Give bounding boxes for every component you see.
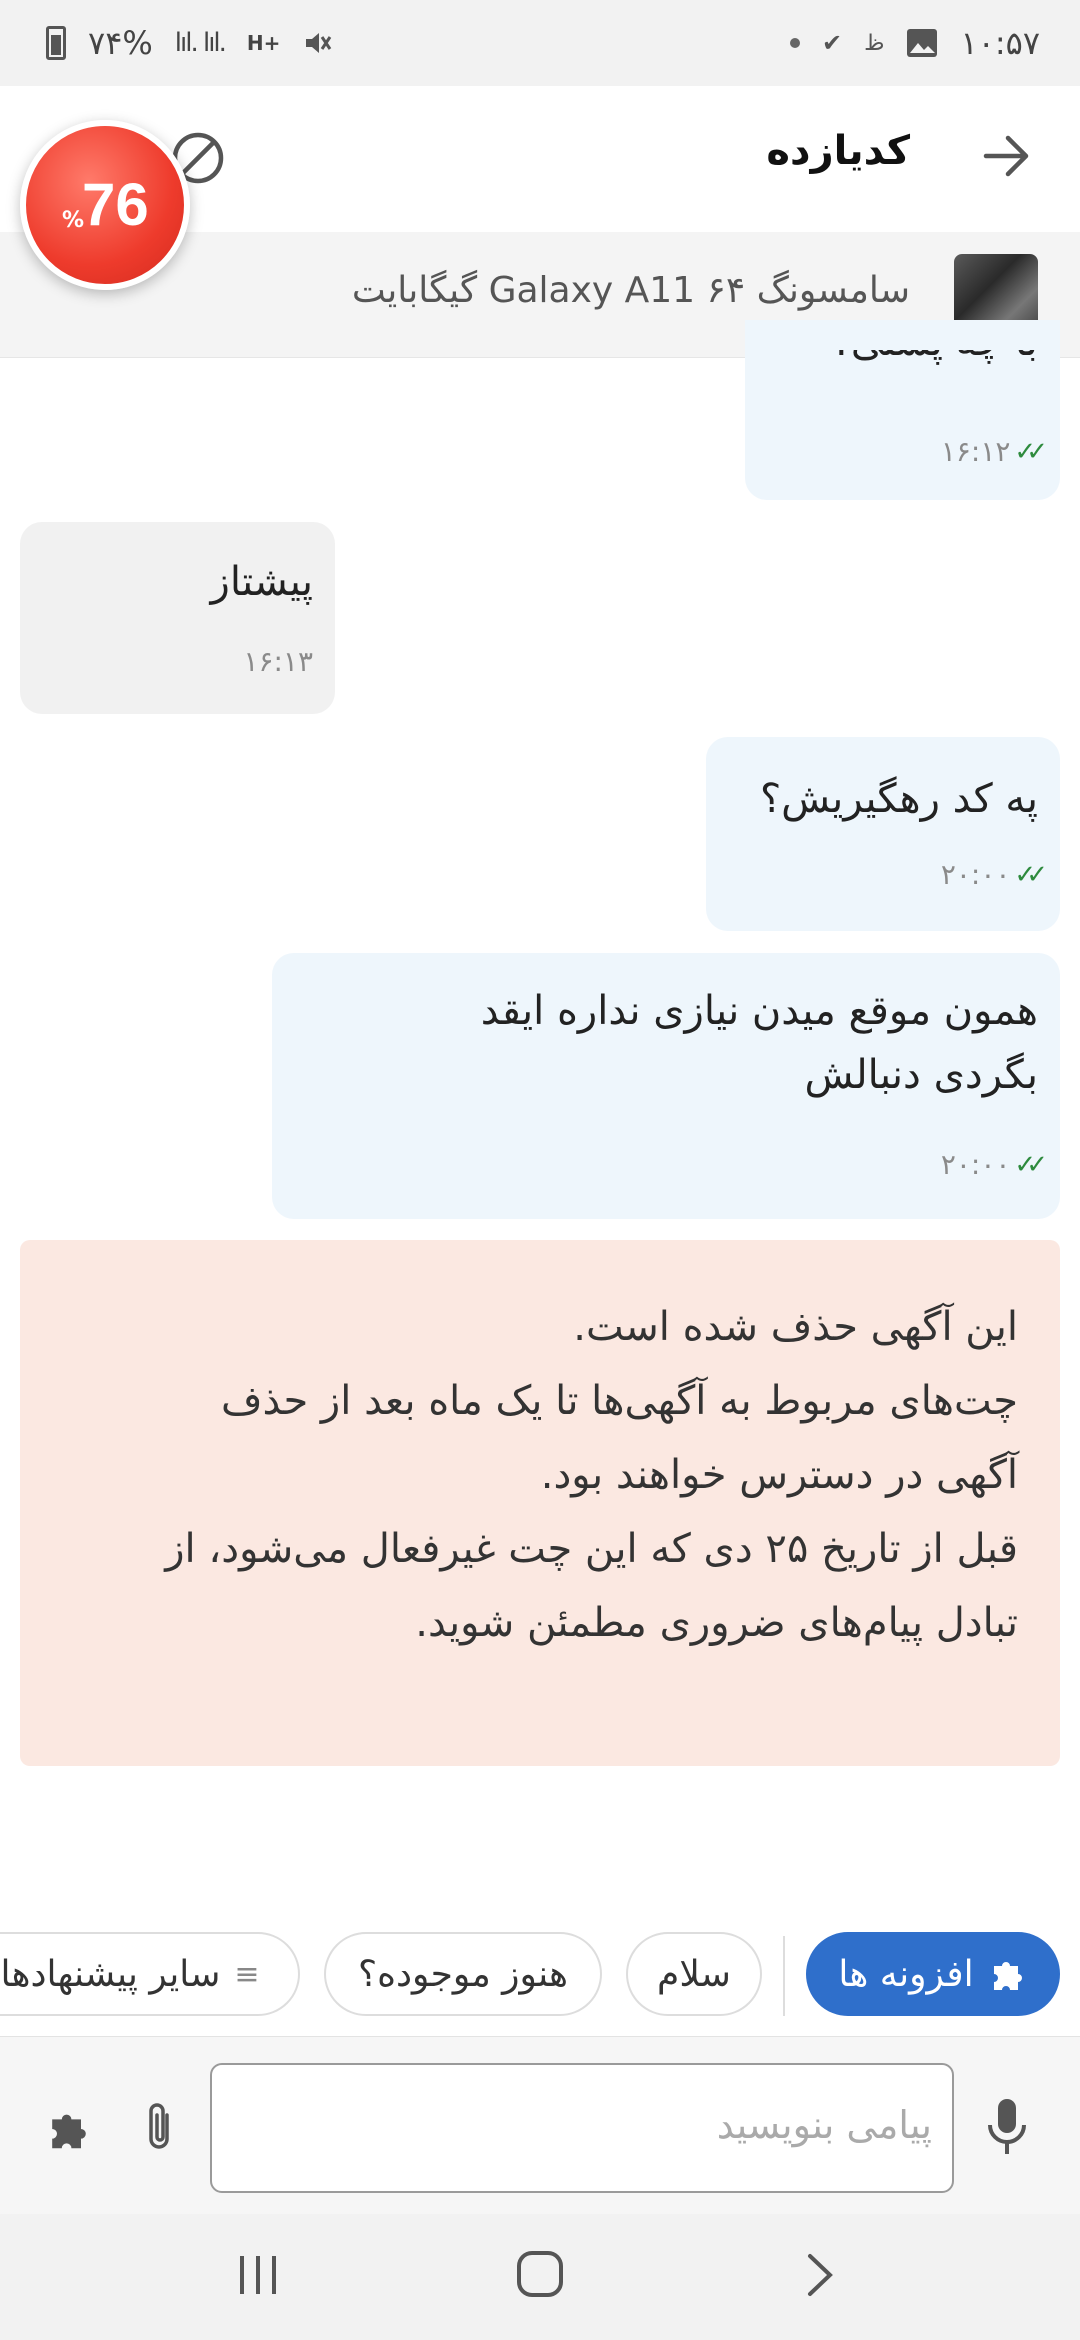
chip-label: افزونه ها — [838, 1953, 974, 1995]
chip-label: سایر پیشنهادها — [0, 1953, 221, 1995]
message-bubble-outgoing[interactable]: همون موقع میدن نیازی نداره ایقد بگردی دن… — [272, 953, 1060, 1219]
message-bubble-outgoing[interactable]: با چه پستی؟ ۱۶:۱۲ ✓✓ — [745, 320, 1060, 500]
notification-dot-icon — [790, 38, 800, 48]
status-left: ۷۴% lıl. lıl. H+ — [46, 24, 332, 62]
quick-reply-chips: افزونه ها سلام هنوز موجوده؟ ≡ سایر پیشنه… — [0, 1932, 1080, 2018]
notice-line: این آگهی حذف شده است. — [573, 1304, 1018, 1350]
chip-label: هنوز موجوده؟ — [358, 1953, 569, 1995]
message-meta: ۲۰:۰۰ ✓✓ — [940, 853, 1048, 898]
mute-icon — [306, 33, 332, 53]
read-check-icon: ✓✓ — [1014, 859, 1047, 890]
ad-deleted-notice: این آگهی حذف شده است. چت‌های مربوط به آگ… — [20, 1240, 1060, 1766]
message-text: با چه پستی؟ — [829, 319, 1038, 365]
battery-level: ۷۴% — [88, 24, 153, 62]
page-title: کدیازده — [766, 128, 910, 174]
message-input[interactable]: پیامی بنویسید — [210, 2063, 954, 2193]
message-time: ۲۰:۰۰ — [940, 1148, 1011, 1181]
message-input-bar: پیامی بنویسید — [0, 2036, 1080, 2214]
notice-line: آگهی در دسترس خواهند بود. — [540, 1452, 1018, 1498]
product-name: سامسونگ Galaxy A11 ۶۴ گیگابایت — [351, 270, 910, 311]
message-line: بگردی دنبالش — [804, 1052, 1038, 1098]
message-text: پیشتاز — [210, 559, 313, 605]
badge-value: 76 — [82, 171, 149, 238]
badge-unit: % — [62, 208, 85, 233]
hello-chip[interactable]: سلام — [626, 1932, 762, 2016]
addons-chip[interactable]: افزونه ها — [806, 1932, 1060, 2016]
message-time: ۱۶:۱۲ — [940, 435, 1011, 468]
status-bar: ۷۴% lıl. lıl. H+ ✔ ظ ۱۰:۵۷ — [0, 0, 1080, 86]
app-notification-icon: ✔ — [822, 29, 843, 57]
chip-divider — [783, 1936, 785, 2016]
chat-screen: ۷۴% lıl. lıl. H+ ✔ ظ ۱۰:۵۷ کدیازده سامسو… — [0, 0, 1080, 2340]
message-line: همون موقع میدن نیازی نداره ایقد — [480, 988, 1038, 1034]
input-placeholder: پیامی بنویسید — [716, 2103, 932, 2147]
message-time: ۲۰:۰۰ — [940, 858, 1011, 891]
attachment-icon[interactable] — [143, 2101, 179, 2153]
arrow-right-icon[interactable] — [976, 126, 1036, 186]
microphone-icon[interactable] — [985, 2097, 1029, 2157]
message-bubble-incoming[interactable]: پیشتاز ۱۶:۱۳ — [20, 522, 335, 714]
message-bubble-outgoing[interactable]: په کد رهگیریش؟ ۲۰:۰۰ ✓✓ — [706, 737, 1060, 931]
home-icon[interactable] — [514, 2244, 566, 2304]
read-check-icon: ✓✓ — [1014, 436, 1047, 467]
puzzle-icon — [993, 1962, 1022, 1990]
app-notification-icon-2: ظ — [864, 30, 885, 56]
back-icon[interactable] — [800, 2250, 840, 2300]
list-icon: ≡ — [234, 1956, 260, 1992]
gallery-icon — [907, 29, 938, 57]
notice-line: چت‌های مربوط به آگهی‌ها تا یک ماه بعد از… — [221, 1378, 1018, 1424]
puzzle-icon[interactable] — [44, 2105, 94, 2153]
clock: ۱۰:۵۷ — [960, 24, 1040, 62]
network-type: H+ — [246, 31, 281, 55]
read-check-icon: ✓✓ — [1014, 1149, 1047, 1180]
message-meta: ۱۶:۱۲ ✓✓ — [940, 430, 1048, 475]
message-meta: ۲۰:۰۰ ✓✓ — [940, 1143, 1048, 1188]
status-right: ✔ ظ ۱۰:۵۷ — [790, 24, 1040, 62]
notice-line: قبل از تاریخ ۲۵ دی که این چت غیرفعال می‌… — [165, 1526, 1018, 1572]
chip-label: سلام — [657, 1953, 731, 1995]
system-nav-bar — [0, 2214, 1080, 2340]
still-available-chip[interactable]: هنوز موجوده؟ — [324, 1932, 602, 2016]
message-text: په کد رهگیریش؟ — [759, 776, 1038, 822]
other-suggestions-chip[interactable]: ≡ سایر پیشنهادها — [0, 1932, 300, 2016]
notice-line: تبادل پیام‌های ضروری مطمئن شوید. — [415, 1600, 1018, 1646]
recent-apps-icon[interactable] — [236, 2250, 280, 2300]
battery-icon — [46, 26, 66, 60]
signal-icon: lıl. lıl. — [174, 28, 227, 58]
percentage-badge[interactable]: 76 % — [20, 120, 190, 290]
message-time: ۱۶:۱۳ — [243, 645, 313, 678]
message-text: همون موقع میدن نیازی نداره ایقد بگردی دن… — [481, 979, 1038, 1107]
